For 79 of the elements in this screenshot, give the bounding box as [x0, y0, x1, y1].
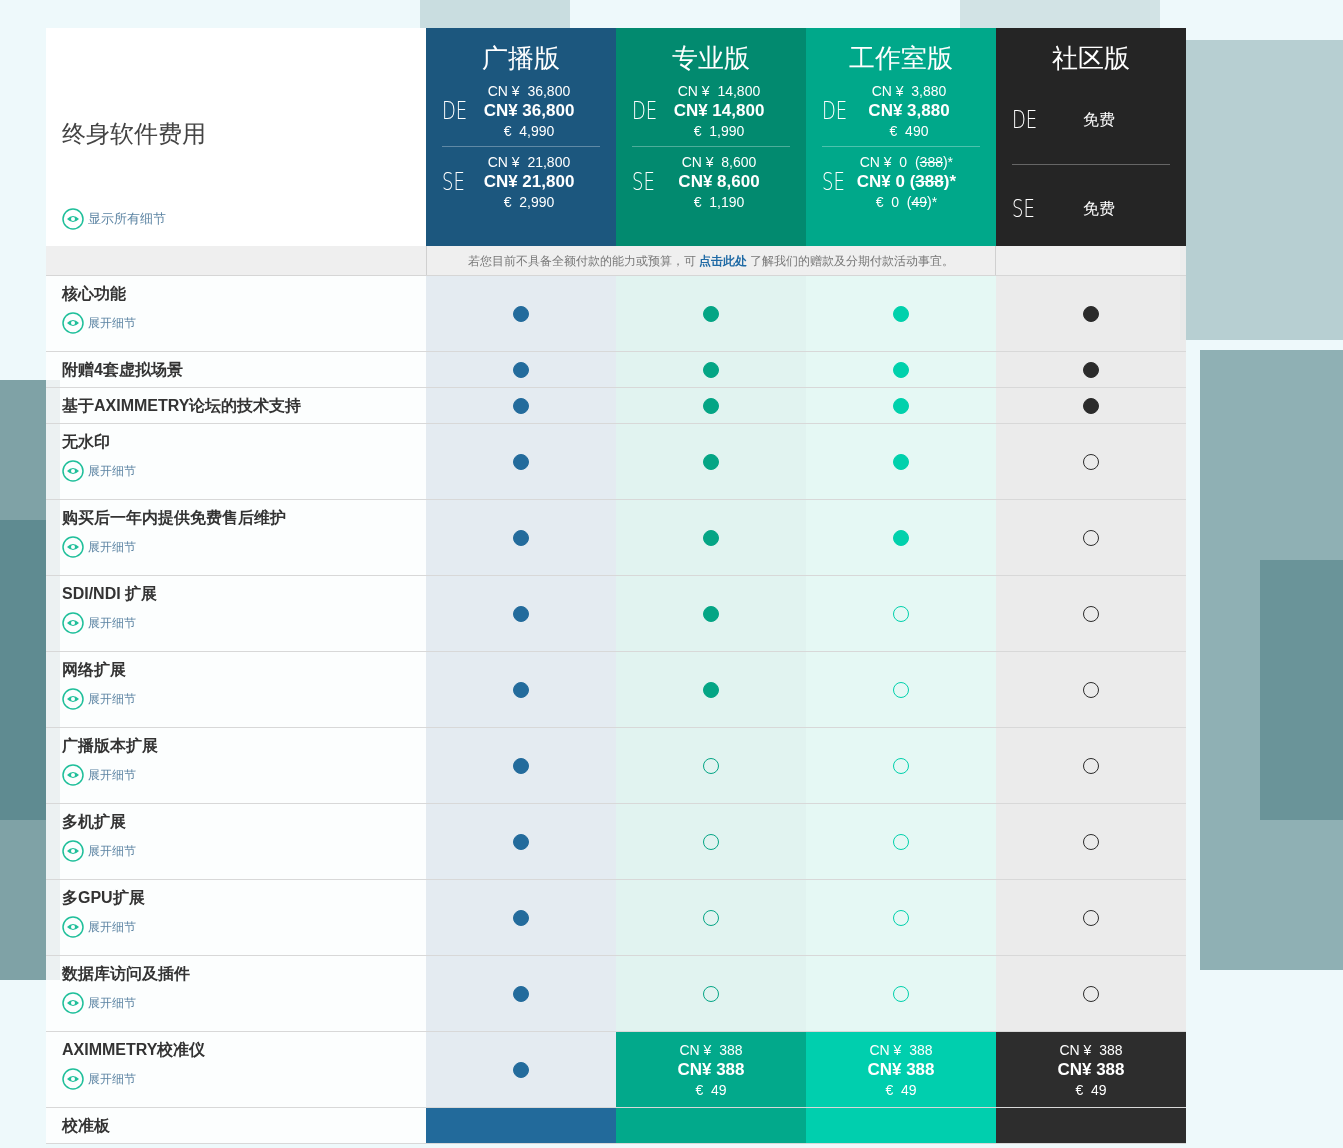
price-text: € 49	[695, 1080, 727, 1100]
feature-label: SDI/NDI 扩展	[62, 584, 159, 604]
tier-label: SE	[442, 167, 466, 198]
expand-details-link[interactable]: 展开细节	[62, 840, 410, 862]
expand-details-link[interactable]: 展开细节	[62, 536, 410, 558]
expand-details-link[interactable]: 展开细节	[62, 1068, 410, 1090]
tier-label: DE	[822, 96, 849, 127]
price-text: CN ¥ 21,800	[487, 153, 571, 172]
price-text: CN ¥ 388	[1059, 1040, 1123, 1060]
feature-label: 网络扩展	[62, 660, 127, 680]
expand-details-link[interactable]: 展开细节	[62, 612, 410, 634]
feature-label: 多机扩展	[62, 812, 127, 832]
show-all-details-link[interactable]: 显示所有细节	[62, 208, 410, 230]
edition-name: 社区版	[1051, 42, 1131, 75]
eye-icon	[62, 612, 84, 634]
price-text: CN ¥ 0 (388)*	[859, 153, 954, 172]
price-text: € 49	[1075, 1080, 1107, 1100]
price-text: € 1,990	[693, 122, 745, 141]
payment-note: 若您目前不具备全额付款的能力或预算，可 点击此处 了解我们的赠款及分期付款活动事宜。	[467, 252, 955, 270]
eye-icon	[62, 208, 84, 230]
price-text: CN ¥ 36,800	[487, 82, 571, 101]
eye-icon	[62, 312, 84, 334]
feature-label: 购买后一年内提供免费售后维护	[62, 508, 287, 528]
click-here-link[interactable]: 点击此处	[699, 253, 747, 268]
price-text: CN ¥ 388	[869, 1040, 933, 1060]
price-text: € 4,990	[503, 122, 555, 141]
edition-name: 工作室版	[848, 42, 954, 75]
free-label: 免费	[1083, 110, 1115, 130]
price-text: CN¥ 14,800	[673, 101, 765, 121]
eye-icon	[62, 840, 84, 862]
feature-label: 核心功能	[62, 284, 127, 304]
price-text: CN ¥ 3,880	[871, 82, 947, 101]
edition-name: 专业版	[671, 42, 751, 75]
feature-label: 校准板	[62, 1115, 111, 1136]
price-text: CN ¥ 388	[679, 1040, 743, 1060]
tier-label: DE	[442, 96, 469, 127]
price-text: CN¥ 388	[867, 1059, 935, 1080]
price-text: € 49	[885, 1080, 917, 1100]
eye-icon	[62, 460, 84, 482]
expand-details-link[interactable]: 展开细节	[62, 916, 410, 938]
price-text: € 1,190	[693, 193, 745, 212]
price-text: CN ¥ 14,800	[677, 82, 761, 101]
price-text: CN¥ 36,800	[483, 101, 575, 121]
feature-label: 广播版本扩展	[62, 736, 159, 756]
expand-details-link[interactable]: 展开细节	[62, 992, 410, 1014]
tier-label: DE	[1012, 105, 1039, 136]
edition-name: 广播版	[481, 42, 561, 75]
price-text: CN¥ 3,880	[868, 101, 950, 121]
expand-details-link[interactable]: 展开细节	[62, 764, 410, 786]
price-text: CN¥ 388	[1057, 1059, 1125, 1080]
feature-label: 数据库访问及插件	[62, 964, 191, 984]
eye-icon	[62, 688, 84, 710]
tier-label: SE	[632, 167, 656, 198]
feature-label: 基于AXIMMETRY论坛的技术支持	[62, 395, 303, 416]
price-text: CN ¥ 8,600	[681, 153, 757, 172]
tier-label: SE	[1012, 194, 1036, 225]
free-label: 免费	[1083, 199, 1115, 219]
feature-label: 附赠4套虚拟场景	[62, 359, 184, 380]
pricing-title: 终身软件费用	[62, 119, 207, 149]
price-text: € 2,990	[503, 193, 555, 212]
eye-icon	[62, 1068, 84, 1090]
expand-details-link[interactable]: 展开细节	[62, 312, 410, 334]
tier-label: SE	[822, 167, 846, 198]
price-text: CN¥ 21,800	[483, 172, 575, 192]
feature-label: 无水印	[62, 432, 111, 452]
tier-label: DE	[632, 96, 659, 127]
eye-icon	[62, 992, 84, 1014]
price-text: CN¥ 8,600	[678, 172, 760, 192]
expand-details-link[interactable]: 展开细节	[62, 688, 410, 710]
price-text: CN¥ 388	[677, 1059, 745, 1080]
price-text: € 0 (49)*	[875, 193, 938, 212]
price-text: CN¥ 0 (388)*	[856, 172, 956, 192]
feature-label: AXIMMETRY校准仪	[62, 1040, 207, 1060]
eye-icon	[62, 536, 84, 558]
expand-details-link[interactable]: 展开细节	[62, 460, 410, 482]
eye-icon	[62, 764, 84, 786]
feature-label: 多GPU扩展	[62, 888, 146, 908]
price-text: € 490	[889, 122, 929, 141]
eye-icon	[62, 916, 84, 938]
